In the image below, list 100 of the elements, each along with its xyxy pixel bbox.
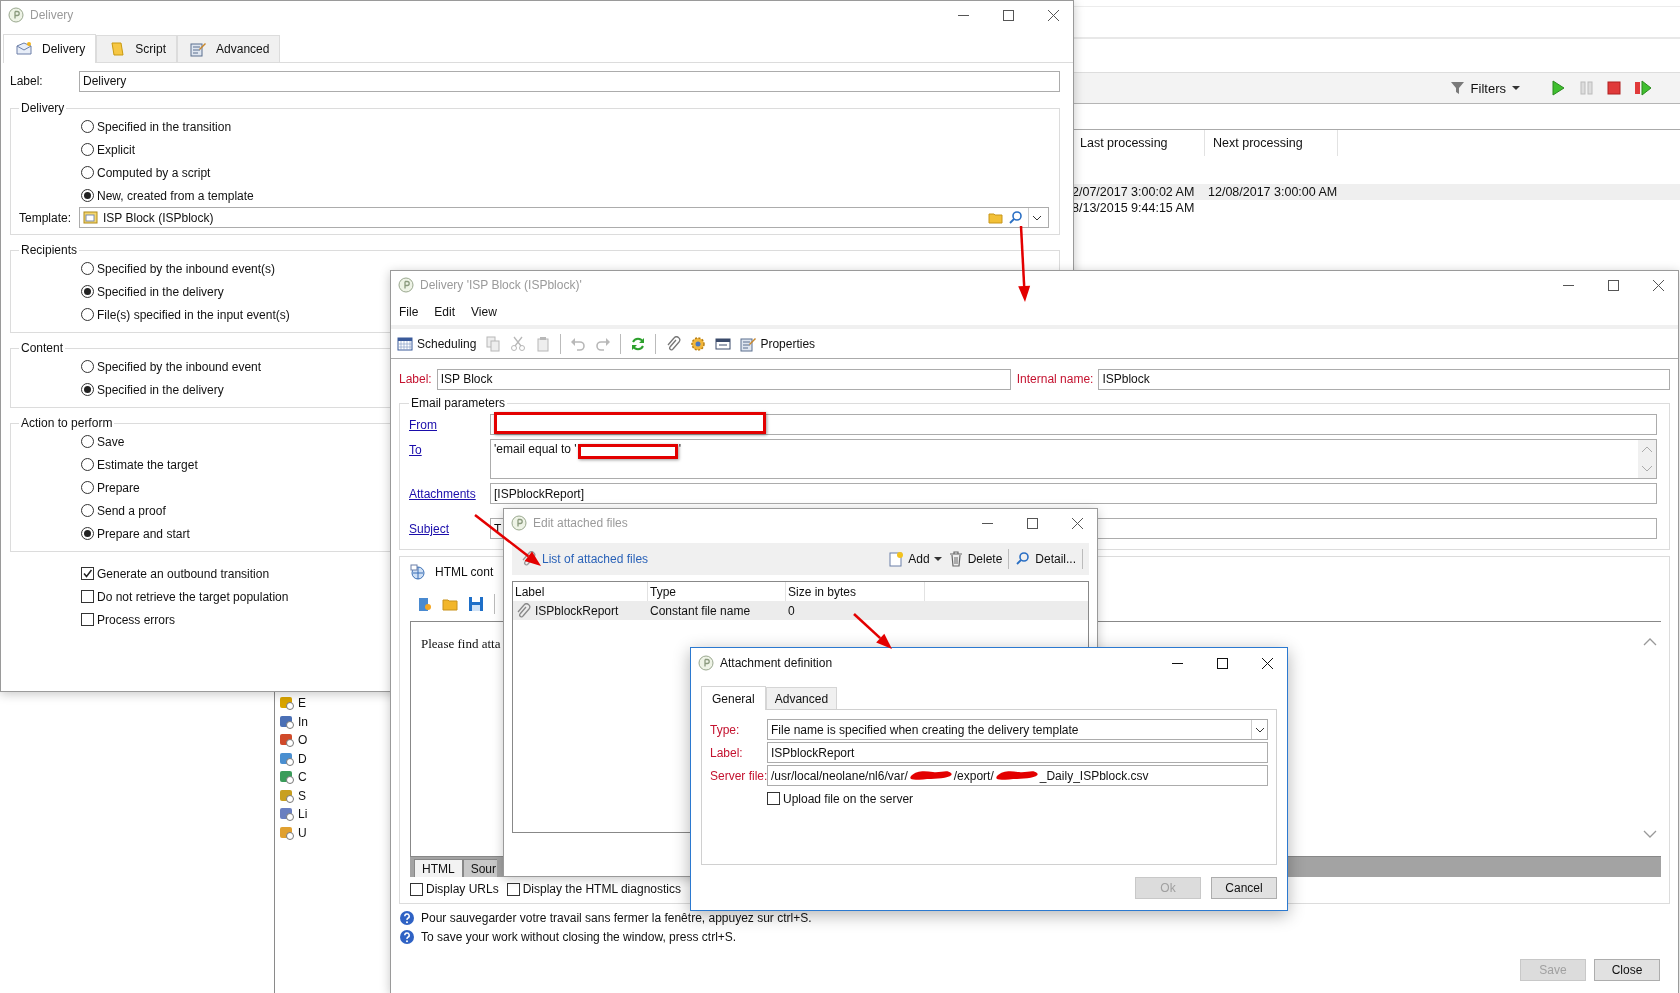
text-field[interactable]: ISPblockReport [767, 742, 1268, 763]
radio-button[interactable] [81, 143, 94, 156]
text-area[interactable]: 'email equal to ' ' [490, 439, 1657, 479]
envelope-icon [16, 41, 32, 57]
chevron-down-icon [1641, 465, 1653, 472]
table-cell-text: 2/07/2017 3:00:02 AM [1072, 185, 1196, 199]
checkbox[interactable] [81, 567, 94, 580]
field-link[interactable]: Attachments [409, 483, 490, 501]
checkbox[interactable] [81, 613, 94, 626]
tab[interactable]: Sour [462, 859, 498, 877]
radio-button[interactable] [81, 458, 94, 471]
table-row[interactable]: ISPblockReport Constant file name 0 [513, 601, 1088, 620]
tree-item[interactable]: E [298, 696, 306, 711]
tree-item[interactable]: S [298, 788, 306, 803]
maximize-icon[interactable] [1217, 657, 1228, 669]
table-row[interactable]: 2/07/2017 3:00:02 AM 12/08/2017 3:00:00 AM [1072, 184, 1680, 200]
item-icon [279, 769, 295, 786]
paperclip-icon[interactable] [665, 335, 682, 352]
save-icon[interactable] [468, 596, 484, 612]
tree-item[interactable]: Li [298, 807, 308, 822]
maximize-icon[interactable] [1003, 9, 1014, 21]
new-document-icon[interactable] [416, 596, 432, 612]
menu-item[interactable]: View [471, 305, 497, 319]
close-icon[interactable] [1048, 9, 1059, 21]
close-icon[interactable] [1653, 279, 1664, 291]
radio-button[interactable] [81, 504, 94, 517]
tab[interactable]: Script [96, 35, 178, 62]
field-label: Type: [710, 722, 741, 737]
cancel-button[interactable]: Cancel [1211, 877, 1277, 899]
text-field[interactable]: ISP Block [436, 368, 1011, 390]
resume-icon[interactable] [1634, 80, 1652, 96]
text-field[interactable] [490, 414, 1657, 435]
field-link[interactable]: From [409, 414, 490, 432]
radio-button[interactable] [81, 166, 94, 179]
maximize-icon[interactable] [1608, 279, 1619, 291]
scheduling-button[interactable]: Scheduling [397, 335, 477, 352]
option-label: Specified by the inbound event(s) [97, 261, 276, 276]
maximize-icon[interactable] [1027, 517, 1038, 529]
radio-button[interactable] [81, 262, 94, 275]
detail-button[interactable]: Detail... [1015, 551, 1076, 567]
radio-button[interactable] [81, 435, 94, 448]
close-icon[interactable] [1072, 517, 1083, 529]
checkbox[interactable] [410, 882, 423, 896]
field-link[interactable]: Subject [409, 518, 490, 536]
menu-item[interactable]: Edit [434, 305, 456, 319]
stop-icon[interactable] [1606, 80, 1622, 96]
help-icon [399, 909, 415, 926]
tab[interactable]: Advanced [765, 687, 838, 709]
menu-item[interactable]: File [399, 305, 419, 319]
tab[interactable]: Delivery [3, 34, 97, 63]
text-field[interactable]: /usr/local/neolane/nl6/var/ /export/ _Daily_ISPblock.csv [767, 765, 1268, 786]
tree-item[interactable]: C [298, 770, 307, 785]
radio-button[interactable] [81, 527, 94, 540]
radio-button[interactable] [81, 120, 94, 133]
filter-icon [1449, 80, 1465, 96]
text-field[interactable]: ISPblock [1098, 368, 1670, 390]
radio-button[interactable] [81, 189, 94, 202]
tab[interactable]: General [701, 686, 766, 710]
search-icon[interactable] [1008, 209, 1024, 226]
radio-button[interactable] [81, 285, 94, 298]
tree-item[interactable]: In [298, 714, 308, 729]
tab[interactable]: Advanced [177, 35, 281, 62]
dropdown[interactable]: File name is specified when creating the delivery template [767, 719, 1268, 740]
item-icon [279, 732, 295, 749]
template-field[interactable]: ISP Block (ISPblock) [79, 207, 1049, 228]
radio-button[interactable] [81, 360, 94, 373]
checkbox-label: Upload file on the server [783, 791, 914, 806]
column-header[interactable]: Next processing [1205, 130, 1338, 156]
item-icon [279, 713, 295, 730]
form-icon [190, 41, 207, 57]
text-field[interactable]: [ISPblockReport] [490, 483, 1657, 504]
close-icon[interactable] [1262, 657, 1273, 669]
radio-button[interactable] [81, 308, 94, 321]
tree-item[interactable]: U [298, 825, 307, 840]
group-title: Action to perform [20, 416, 114, 430]
filters-button[interactable]: Filters [1443, 79, 1526, 97]
checkbox[interactable] [506, 882, 520, 896]
play-icon[interactable] [1550, 80, 1566, 96]
close-button[interactable]: Close [1594, 959, 1660, 981]
properties-button[interactable]: Properties [740, 335, 816, 352]
radio-button[interactable] [81, 383, 94, 396]
radio-button[interactable] [81, 481, 94, 494]
text-field[interactable]: Delivery [79, 70, 1060, 92]
tree-item[interactable]: O [298, 733, 308, 748]
tab[interactable]: HTML [414, 859, 463, 877]
list-title: List of attached files [542, 552, 649, 566]
add-button[interactable]: Add [888, 551, 942, 567]
table-row[interactable]: 8/13/2015 9:44:15 AM [1072, 200, 1680, 216]
checkbox[interactable] [81, 590, 94, 603]
item-icon [279, 806, 295, 823]
checkbox-label: Display URLs [426, 882, 499, 896]
arrow [853, 613, 892, 649]
checkbox[interactable] [767, 792, 780, 805]
gear-icon[interactable] [690, 335, 707, 352]
card-icon[interactable] [715, 335, 732, 352]
tree-item[interactable]: D [298, 751, 307, 766]
chevron-up-icon [1641, 446, 1653, 453]
refresh-icon[interactable] [630, 335, 647, 352]
field-link[interactable]: To [409, 439, 490, 457]
delete-button[interactable]: Delete [947, 551, 1003, 567]
